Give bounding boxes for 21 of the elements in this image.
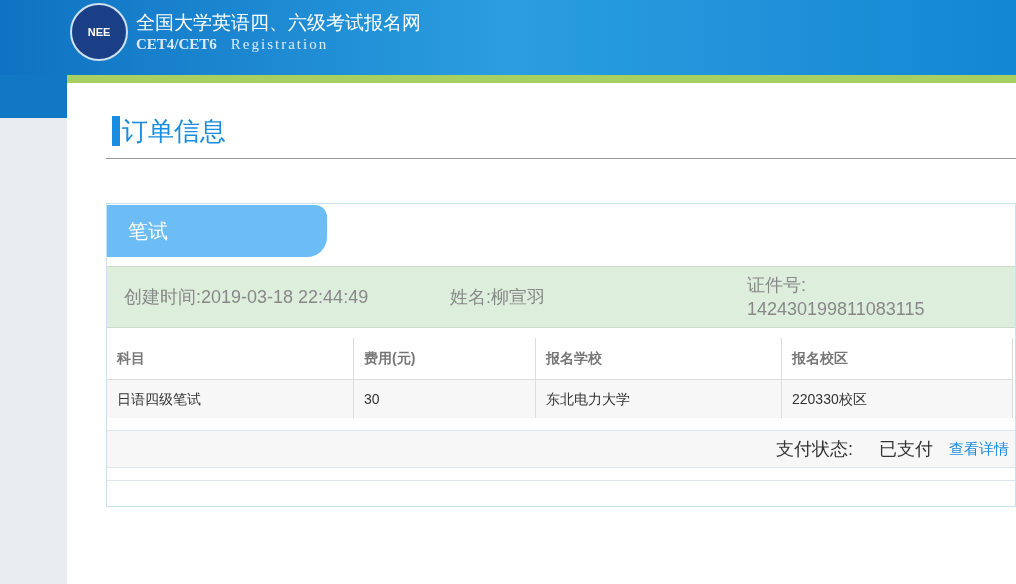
logo-text: NEE (87, 24, 111, 40)
table-cell: 220330校区 (782, 380, 1013, 418)
details-link[interactable]: 查看详情 (949, 437, 1009, 461)
site-subtitle: CET4/CET6 (136, 35, 217, 54)
page-title: 订单信息 (112, 116, 226, 146)
table-cell: 30 (354, 380, 536, 418)
info-text: 创建时间:2019-03-18 22:44:49 (124, 285, 370, 309)
info-text: 姓名:柳宣羽 (450, 285, 546, 309)
info-text: 142430199811083115 (747, 298, 925, 321)
payment-label: 支付状态: (776, 437, 853, 461)
column-header: 费用(元) (354, 338, 536, 379)
header-band (0, 75, 67, 118)
site-subtitle: Registration (230, 35, 329, 54)
info-label: 证件号: (747, 274, 807, 297)
table-cell: 东北电力大学 (536, 380, 782, 418)
column-header: 科目 (107, 338, 354, 379)
column-header: 报名校区 (782, 338, 1013, 379)
site-title: 全国大学英语四、六级考试报名网 (136, 12, 421, 34)
payment-status: 已支付 (879, 437, 933, 461)
table-cell: 日语四级笔试 (107, 380, 354, 418)
column-header: 报名学校 (536, 338, 782, 379)
